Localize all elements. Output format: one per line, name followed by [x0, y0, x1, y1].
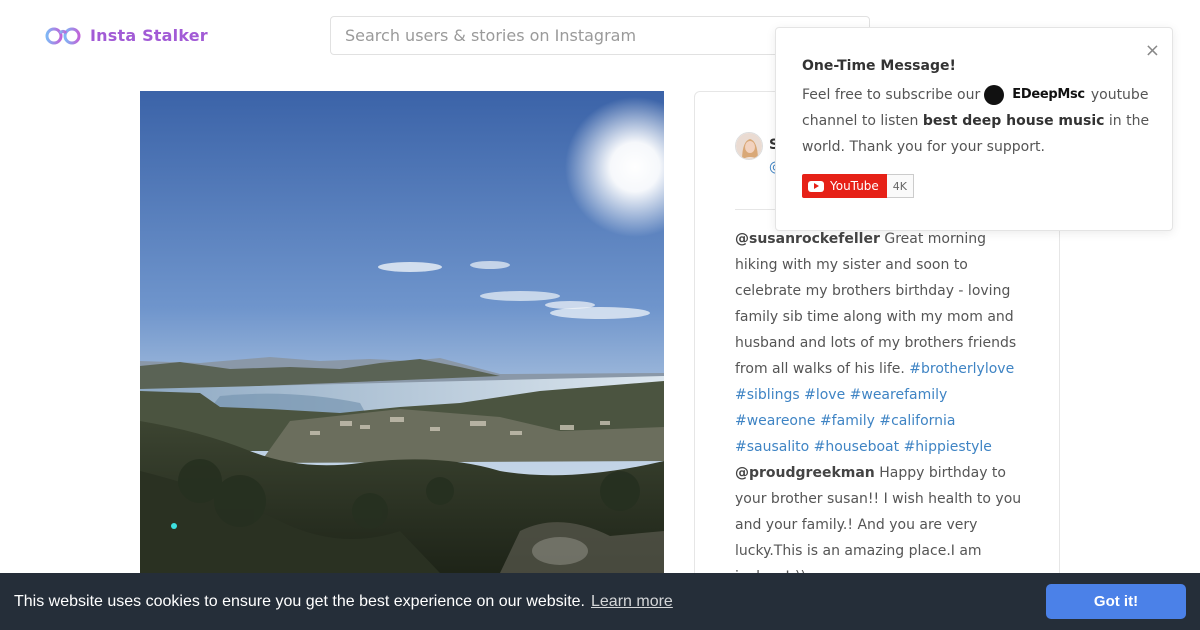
author-avatar[interactable]: [735, 132, 763, 160]
hashtag-link[interactable]: #hippiestyle: [904, 439, 992, 455]
hashtag-link[interactable]: #wearefamily: [850, 387, 948, 403]
logo-text: Insta Stalker: [90, 25, 208, 45]
comment-text: Happy birthday to your brother susan!! I…: [735, 465, 1022, 585]
subscriber-count: 4K: [886, 174, 915, 198]
cookie-message: This website uses cookies to ensure you …: [14, 592, 585, 610]
one-time-message-popup: × One-Time Message! Feel free to subscri…: [775, 27, 1173, 231]
youtube-subscribe-widget[interactable]: YouTube 4K: [802, 174, 915, 198]
hashtag-link[interactable]: #california: [879, 413, 955, 429]
cookie-accept-button[interactable]: Got it!: [1046, 584, 1186, 619]
binoculars-logo-icon: [45, 27, 81, 45]
hashtag-link[interactable]: #family: [820, 413, 875, 429]
comment-user[interactable]: @proudgreekman: [735, 465, 875, 481]
popup-message: Feel free to subscribe our EDeepMsc youtub…: [802, 82, 1152, 160]
comments-list: @susanrockefeller Great morning hiking w…: [735, 226, 1027, 590]
popup-bold-text: best deep house music: [922, 113, 1105, 129]
comment-text: Great morning hiking with my sister and …: [735, 231, 1017, 377]
youtube-label: YouTube: [830, 179, 879, 193]
hashtag-link[interactable]: #siblings: [735, 387, 800, 403]
channel-logo-icon: [984, 85, 1005, 105]
close-icon[interactable]: ×: [1145, 42, 1160, 60]
hashtag-link[interactable]: #brotherlylove: [909, 361, 1014, 377]
landscape-photo: [140, 91, 664, 573]
site-logo[interactable]: Insta Stalker: [45, 23, 208, 47]
channel-brand[interactable]: EDeepMsc: [984, 82, 1085, 108]
comment-user[interactable]: @susanrockefeller: [735, 231, 880, 247]
hashtag-link[interactable]: #love: [804, 387, 845, 403]
avatar-image: [736, 133, 762, 159]
post-photo[interactable]: [140, 91, 664, 573]
popup-text: Feel free to subscribe our: [802, 87, 981, 103]
cookie-consent-bar: This website uses cookies to ensure you …: [0, 573, 1200, 630]
hashtag-link[interactable]: #weareone: [735, 413, 816, 429]
hashtag-link[interactable]: #houseboat: [814, 439, 899, 455]
youtube-subscribe-button[interactable]: YouTube: [802, 174, 887, 198]
learn-more-link[interactable]: Learn more: [591, 593, 673, 611]
comment-item: @susanrockefeller Great morning hiking w…: [735, 226, 1027, 460]
hashtag-link[interactable]: #sausalito: [735, 439, 809, 455]
popup-title: One-Time Message!: [802, 58, 956, 74]
channel-name: EDeepMsc: [1012, 87, 1085, 102]
comment-item: @proudgreekman Happy birthday to your br…: [735, 460, 1027, 590]
youtube-play-icon: [808, 180, 824, 192]
